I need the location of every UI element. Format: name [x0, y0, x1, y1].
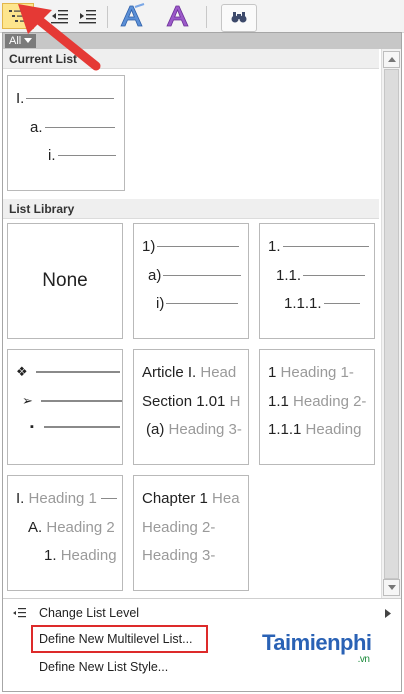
watermark-logo: Taimienphi .vn: [262, 630, 372, 665]
define-new-list-style-item[interactable]: Define New List Style...: [3, 655, 401, 679]
menu-divider: [3, 598, 401, 599]
define-list-style-label: Define New List Style...: [39, 660, 169, 674]
chevron-up-icon: [387, 57, 396, 62]
styles-icon: [166, 5, 189, 27]
none-label: None: [42, 270, 88, 291]
list-style-article[interactable]: Article I. Head Section 1.01 H (a) Headi…: [133, 349, 249, 465]
annotation-highlight: [31, 625, 208, 653]
list-style-numbered-paren[interactable]: 1) a) i): [133, 223, 249, 339]
find-button[interactable]: [221, 4, 257, 32]
list-style-heading-numbered[interactable]: 1 Heading 1- 1.1 Heading 2- 1.1.1 Headin…: [259, 349, 375, 465]
list-level-icon: [13, 608, 26, 618]
list-style-bullets[interactable]: ❖ ➢ ▪: [7, 349, 123, 465]
level-row: i.: [48, 147, 116, 164]
change-list-level-label: Change List Level: [39, 606, 140, 620]
toolbar-separator: [206, 6, 207, 28]
list-style-chapter[interactable]: Chapter 1 Hea Heading 2- Heading 3-: [133, 475, 249, 591]
chevron-right-icon: [385, 608, 391, 618]
change-list-level-item[interactable]: Change List Level: [3, 601, 401, 625]
scroll-thumb[interactable]: [384, 69, 399, 579]
section-header-list-library: List Library: [3, 199, 379, 219]
scroll-up-button[interactable]: [383, 51, 400, 68]
text-effects-icon: [120, 3, 145, 27]
styles-button[interactable]: [162, 3, 194, 29]
level-row: I.: [16, 90, 115, 107]
gallery-scrollbar[interactable]: [381, 49, 401, 599]
text-effects-button[interactable]: [116, 3, 148, 29]
find-icon: [231, 12, 247, 23]
list-style-heading-roman[interactable]: I. Heading 1 A. Heading 2 1. Heading: [7, 475, 123, 591]
current-list-tile[interactable]: I. a. i.: [7, 75, 125, 191]
chevron-down-icon: [387, 585, 396, 590]
annotation-arrow: [18, 4, 101, 71]
scroll-down-button[interactable]: [383, 579, 400, 596]
list-style-decimal[interactable]: 1. 1.1. 1.1.1.: [259, 223, 375, 339]
list-style-none[interactable]: None: [7, 223, 123, 339]
multilevel-list-gallery: All Current List I. a. i. List Library N…: [2, 32, 402, 692]
level-row: a.: [30, 119, 115, 136]
